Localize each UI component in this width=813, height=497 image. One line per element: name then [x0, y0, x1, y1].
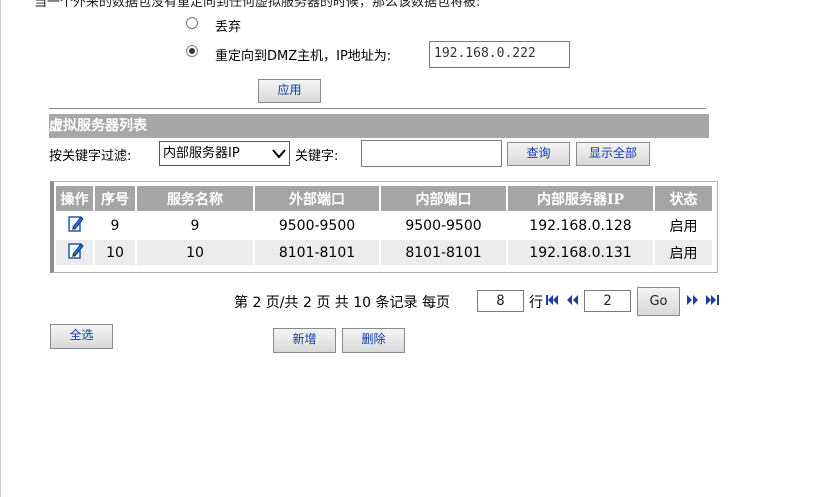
frame-left-border: [0, 0, 1, 497]
row-int-port: 9500-9500: [380, 211, 508, 239]
row-service-name: 10: [136, 238, 255, 265]
row-status: 启用: [654, 238, 712, 265]
dmz-ip-field[interactable]: 192.168.0.222: [429, 41, 570, 68]
keyword-label: 关键字:: [295, 149, 339, 164]
policy-description: 当一个外来的数据包没有重定向到任何虚拟服务器的时候，那么该数据包将被:: [34, 0, 481, 10]
dmz-redirect-radio[interactable]: [186, 45, 198, 57]
per-page-input[interactable]: 8: [477, 290, 524, 312]
next-page-icon[interactable]: [686, 293, 699, 311]
row-index: 10: [94, 238, 137, 265]
table-row: 9 9 9500-9500 9500-9500 192.168.0.128 启用: [56, 211, 712, 239]
row-server-ip: 192.168.0.131: [507, 238, 655, 265]
table-row: 10 10 8101-8101 8101-8101 192.168.0.131 …: [56, 238, 712, 265]
go-button[interactable]: Go: [637, 287, 680, 316]
edit-icon[interactable]: [67, 215, 84, 232]
discard-radio[interactable]: [186, 17, 198, 29]
first-page-icon[interactable]: [546, 293, 559, 311]
section-title: 虚拟服务器列表: [49, 114, 709, 138]
filter-field-value: 内部服务器IP: [163, 146, 240, 161]
virtual-server-table: 操作 序号 服务名称 外部端口 内部端口 内部服务器IP 状态 9 9 9500…: [56, 186, 712, 265]
last-page-icon[interactable]: [706, 293, 720, 311]
edit-cell[interactable]: [56, 238, 95, 265]
select-all-button[interactable]: 全选: [50, 324, 113, 349]
col-name: 服务名称: [136, 186, 255, 212]
delete-button[interactable]: 删除: [342, 328, 405, 353]
apply-button[interactable]: 应用: [258, 79, 321, 103]
col-ext-port: 外部端口: [254, 186, 381, 212]
add-button[interactable]: 新增: [273, 328, 336, 353]
show-all-button[interactable]: 显示全部: [576, 142, 650, 166]
query-button[interactable]: 查询: [507, 142, 570, 166]
col-int-port: 内部端口: [380, 186, 508, 212]
filter-label: 按关键字过滤:: [49, 149, 132, 164]
col-action: 操作: [56, 186, 95, 212]
row-ext-port: 8101-8101: [254, 238, 381, 265]
row-int-port: 8101-8101: [380, 238, 508, 265]
chevron-down-icon: [272, 142, 286, 172]
col-status: 状态: [654, 186, 712, 212]
keyword-input[interactable]: [361, 140, 502, 167]
col-index: 序号: [94, 186, 137, 212]
row-service-name: 9: [136, 211, 255, 239]
row-label: 行: [529, 295, 543, 311]
prev-page-icon[interactable]: [566, 293, 579, 311]
dmz-redirect-label: 重定向到DMZ主机，IP地址为:: [215, 49, 392, 64]
row-server-ip: 192.168.0.128: [507, 211, 655, 239]
edit-icon[interactable]: [67, 242, 84, 259]
page-number-input[interactable]: 2: [584, 290, 631, 312]
pagination-summary: 第 2 页/共 2 页 共 10 条记录 每页: [234, 295, 450, 311]
divider: [49, 108, 706, 109]
col-server-ip: 内部服务器IP: [507, 186, 655, 212]
row-ext-port: 9500-9500: [254, 211, 381, 239]
discard-label: 丢弃: [215, 20, 242, 35]
filter-field-select[interactable]: 内部服务器IP: [159, 141, 290, 166]
row-status: 启用: [654, 211, 712, 239]
edit-cell[interactable]: [56, 211, 95, 239]
row-index: 9: [94, 211, 137, 239]
